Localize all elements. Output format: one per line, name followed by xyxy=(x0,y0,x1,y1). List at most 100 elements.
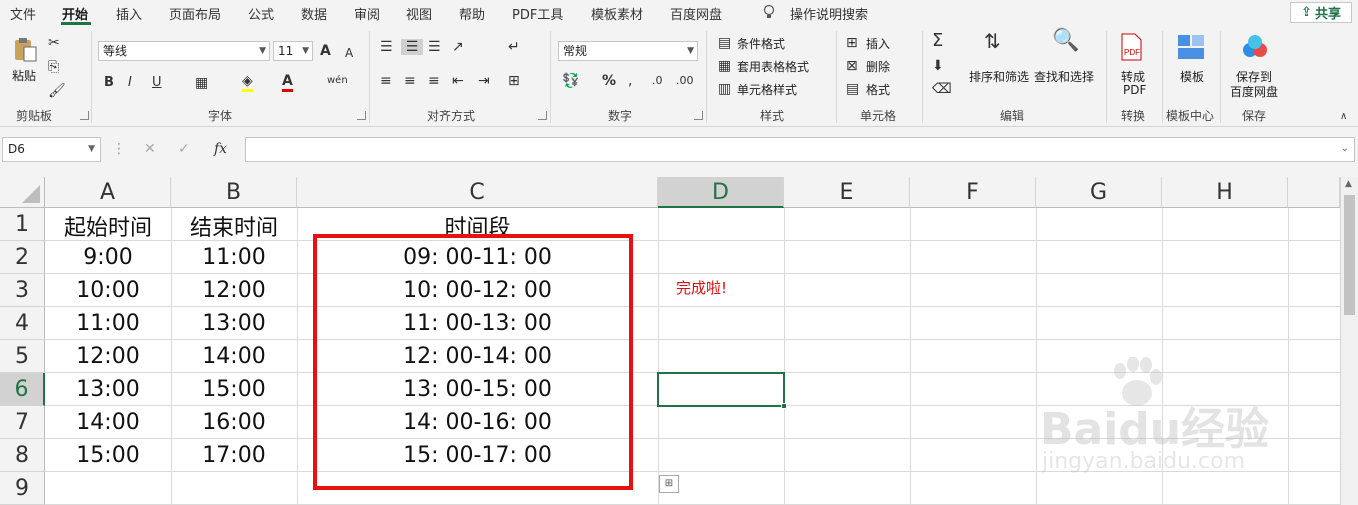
name-box[interactable]: D6 ▼ xyxy=(2,137,101,162)
currency-icon[interactable]: 💱 xyxy=(562,73,579,89)
phonetic-guide-icon[interactable]: wén xyxy=(327,73,348,89)
underline-button[interactable]: U xyxy=(152,75,162,91)
clear-icon[interactable]: ⌫ xyxy=(932,81,952,97)
italic-button[interactable]: I xyxy=(128,75,132,91)
font-size-select[interactable]: 11 ▼ xyxy=(273,41,313,61)
menu-baidu-netdisk[interactable]: 百度网盘 xyxy=(670,4,722,23)
share-button[interactable]: ⇪ 共享 xyxy=(1290,2,1352,23)
percent-button[interactable]: % xyxy=(602,73,616,89)
cell-b2[interactable]: 11:00 xyxy=(171,245,297,270)
column-header-e[interactable]: E xyxy=(784,177,910,208)
menu-home[interactable]: 开始 xyxy=(62,4,88,23)
scroll-up-icon[interactable]: ▲ xyxy=(1345,179,1352,189)
clipboard-launcher-icon[interactable] xyxy=(80,111,89,120)
align-center-icon[interactable]: ≡ xyxy=(404,73,416,89)
scrollbar-thumb[interactable] xyxy=(1344,195,1355,315)
sort-filter-button[interactable]: 排序和筛选 xyxy=(969,68,1029,85)
cell-a8[interactable]: 15:00 xyxy=(45,443,171,468)
wrap-text-icon[interactable]: ↵ xyxy=(508,39,520,55)
autosum-icon[interactable]: Σ xyxy=(932,32,943,50)
align-bottom-icon[interactable]: ☰ xyxy=(428,39,441,55)
paste-label[interactable]: 粘贴 xyxy=(12,67,36,84)
format-cells-button[interactable]: 格式 xyxy=(866,81,890,98)
vertical-scrollbar[interactable]: ▲ xyxy=(1340,177,1358,505)
cell-a3[interactable]: 10:00 xyxy=(45,278,171,303)
column-header-g[interactable]: G xyxy=(1036,177,1162,208)
conditional-format-button[interactable]: 条件格式 xyxy=(737,35,785,52)
shrink-font-icon[interactable]: A xyxy=(345,45,353,61)
comma-style-icon[interactable]: , xyxy=(628,73,632,89)
menu-data[interactable]: 数据 xyxy=(301,4,327,23)
cell-b4[interactable]: 13:00 xyxy=(171,311,297,336)
copy-icon[interactable]: ⎘ xyxy=(48,59,59,75)
number-format-select[interactable]: 常规 ▼ xyxy=(558,41,698,61)
cell-a1[interactable]: 起始时间 xyxy=(45,210,171,242)
formula-input[interactable]: ⌄ xyxy=(245,137,1355,162)
align-middle-icon[interactable]: ☰ xyxy=(401,39,423,55)
expand-formula-bar-icon[interactable]: ⌄ xyxy=(1341,143,1349,154)
format-as-table-button[interactable]: 套用表格格式 xyxy=(737,58,809,75)
menu-formulas[interactable]: 公式 xyxy=(248,4,274,23)
cell-b7[interactable]: 16:00 xyxy=(171,410,297,435)
borders-icon[interactable]: ▦ xyxy=(195,75,208,91)
cell-a5[interactable]: 12:00 xyxy=(45,344,171,369)
menu-file[interactable]: 文件 xyxy=(10,4,36,23)
column-header-d[interactable]: D xyxy=(658,177,784,208)
grow-font-icon[interactable]: A xyxy=(320,43,331,59)
menu-page-layout[interactable]: 页面布局 xyxy=(169,4,221,23)
delete-cells-button[interactable]: 删除 xyxy=(866,58,890,75)
insert-cells-button[interactable]: 插入 xyxy=(866,35,890,52)
select-all-button[interactable] xyxy=(0,177,45,208)
row-header-3[interactable]: 3 xyxy=(0,274,45,307)
alignment-launcher-icon[interactable] xyxy=(538,111,547,120)
column-header-h[interactable]: H xyxy=(1162,177,1288,208)
cell-b6[interactable]: 15:00 xyxy=(171,377,297,402)
menu-insert[interactable]: 插入 xyxy=(116,4,142,23)
align-left-icon[interactable]: ≡ xyxy=(380,73,392,89)
menu-pdf-tools[interactable]: PDF工具 xyxy=(512,4,563,23)
cell-styles-button[interactable]: 单元格样式 xyxy=(737,81,797,98)
column-header-b[interactable]: B xyxy=(171,177,297,208)
fill-icon[interactable]: ⬇ xyxy=(932,58,944,74)
column-header-a[interactable]: A xyxy=(45,177,171,208)
cell-a4[interactable]: 11:00 xyxy=(45,311,171,336)
convert-pdf-line2[interactable]: PDF xyxy=(1123,83,1146,97)
fill-color-icon[interactable]: ◈ xyxy=(242,73,253,92)
column-header-i[interactable] xyxy=(1288,177,1340,208)
search-tell-me[interactable]: 操作说明搜索 xyxy=(790,4,868,23)
orientation-icon[interactable]: ↗ xyxy=(452,39,464,55)
cell-b5[interactable]: 14:00 xyxy=(171,344,297,369)
template-button[interactable]: 模板 xyxy=(1180,68,1204,85)
menu-view[interactable]: 视图 xyxy=(406,4,432,23)
cancel-icon[interactable]: ✕ xyxy=(144,141,156,157)
align-right-icon[interactable]: ≡ xyxy=(428,73,440,89)
cell-a2[interactable]: 9:00 xyxy=(45,245,171,270)
collapse-ribbon-icon[interactable]: ∧ xyxy=(1340,109,1347,125)
row-header-9[interactable]: 9 xyxy=(0,472,45,505)
column-header-c[interactable]: C xyxy=(297,177,658,208)
row-header-6[interactable]: 6 xyxy=(0,373,45,406)
merge-center-icon[interactable]: ⊞ xyxy=(508,73,520,89)
paste-icon[interactable] xyxy=(10,35,40,63)
font-name-select[interactable]: 等线 ▼ xyxy=(98,41,270,61)
column-header-f[interactable]: F xyxy=(910,177,1036,208)
decrease-decimal-icon[interactable]: .00 xyxy=(676,73,694,89)
font-launcher-icon[interactable] xyxy=(357,111,366,120)
bold-button[interactable]: B xyxy=(104,75,114,91)
cell-b1[interactable]: 结束时间 xyxy=(171,210,297,242)
cell-a7[interactable]: 14:00 xyxy=(45,410,171,435)
menu-review[interactable]: 审阅 xyxy=(354,4,380,23)
selected-cell-d6[interactable] xyxy=(657,372,787,409)
row-header-2[interactable]: 2 xyxy=(0,241,45,274)
row-header-8[interactable]: 8 xyxy=(0,439,45,472)
increase-decimal-icon[interactable]: .0 xyxy=(652,73,663,89)
row-header-5[interactable]: 5 xyxy=(0,340,45,373)
font-color-icon[interactable]: A xyxy=(282,73,293,92)
quick-analysis-icon[interactable]: ⊞ xyxy=(659,475,679,493)
fill-handle[interactable] xyxy=(781,403,787,409)
insert-function-icon[interactable]: fx xyxy=(214,141,227,157)
decrease-indent-icon[interactable]: ⇤ xyxy=(452,73,464,89)
cell-b3[interactable]: 12:00 xyxy=(171,278,297,303)
row-header-7[interactable]: 7 xyxy=(0,406,45,439)
find-select-button[interactable]: 查找和选择 xyxy=(1034,68,1094,85)
